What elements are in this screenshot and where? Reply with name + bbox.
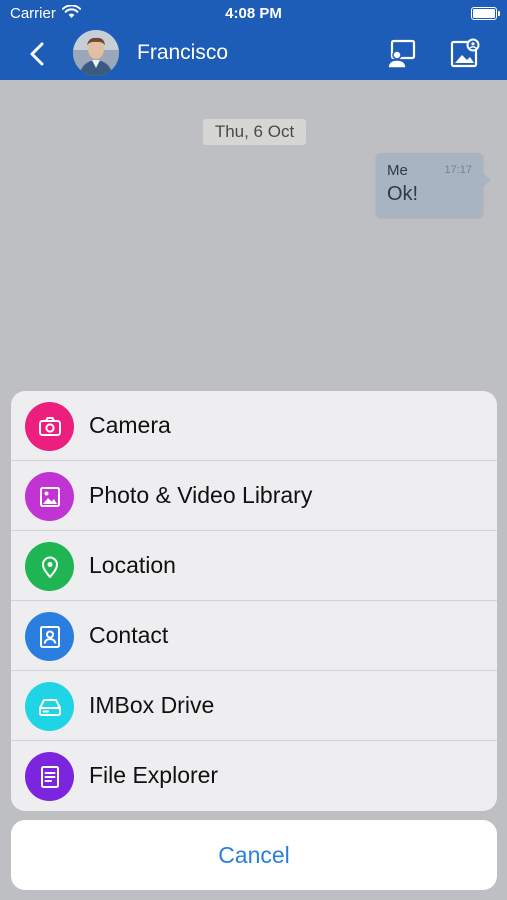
- call-icon[interactable]: [384, 38, 418, 70]
- message-text: Ok!: [387, 183, 419, 205]
- action-camera[interactable]: Camera: [11, 391, 497, 461]
- action-location[interactable]: Location: [11, 531, 497, 601]
- clock: 4:08 PM: [225, 5, 282, 22]
- action-label: IMBox Drive: [89, 692, 215, 718]
- contact-name[interactable]: Francisco: [137, 41, 228, 65]
- message-time: 17:17: [444, 164, 472, 176]
- action-label: Camera: [89, 412, 171, 438]
- action-imbox-drive[interactable]: IMBox Drive: [11, 671, 497, 741]
- drive-icon: [25, 682, 74, 731]
- battery-icon: [471, 7, 500, 20]
- chat-header: Francisco: [0, 28, 507, 80]
- action-label: Contact: [89, 622, 169, 648]
- status-bar: Carrier 4:08 PM: [0, 0, 507, 28]
- camera-icon: [25, 402, 74, 451]
- avatar[interactable]: [73, 30, 119, 76]
- action-label: Location: [89, 552, 176, 578]
- avatar-photo-icon: [73, 30, 119, 76]
- gallery-icon[interactable]: [448, 38, 482, 70]
- contact-card-icon: [25, 612, 74, 661]
- action-label: Photo & Video Library: [89, 482, 313, 508]
- attachment-action-sheet: Camera Photo & Video Library Location Co…: [11, 391, 497, 811]
- action-label: File Explorer: [89, 762, 219, 788]
- message-bubble[interactable]: Me 17:17 Ok!: [376, 153, 491, 217]
- cancel-button[interactable]: Cancel: [11, 820, 497, 890]
- action-file-explorer[interactable]: File Explorer: [11, 741, 497, 811]
- back-button[interactable]: [22, 38, 54, 70]
- message-sender: Me: [387, 162, 408, 179]
- document-icon: [25, 752, 74, 801]
- action-contact[interactable]: Contact: [11, 601, 497, 671]
- location-pin-icon: [25, 542, 74, 591]
- action-photo-library[interactable]: Photo & Video Library: [11, 461, 497, 531]
- date-separator: Thu, 6 Oct: [203, 119, 306, 145]
- image-icon: [25, 472, 74, 521]
